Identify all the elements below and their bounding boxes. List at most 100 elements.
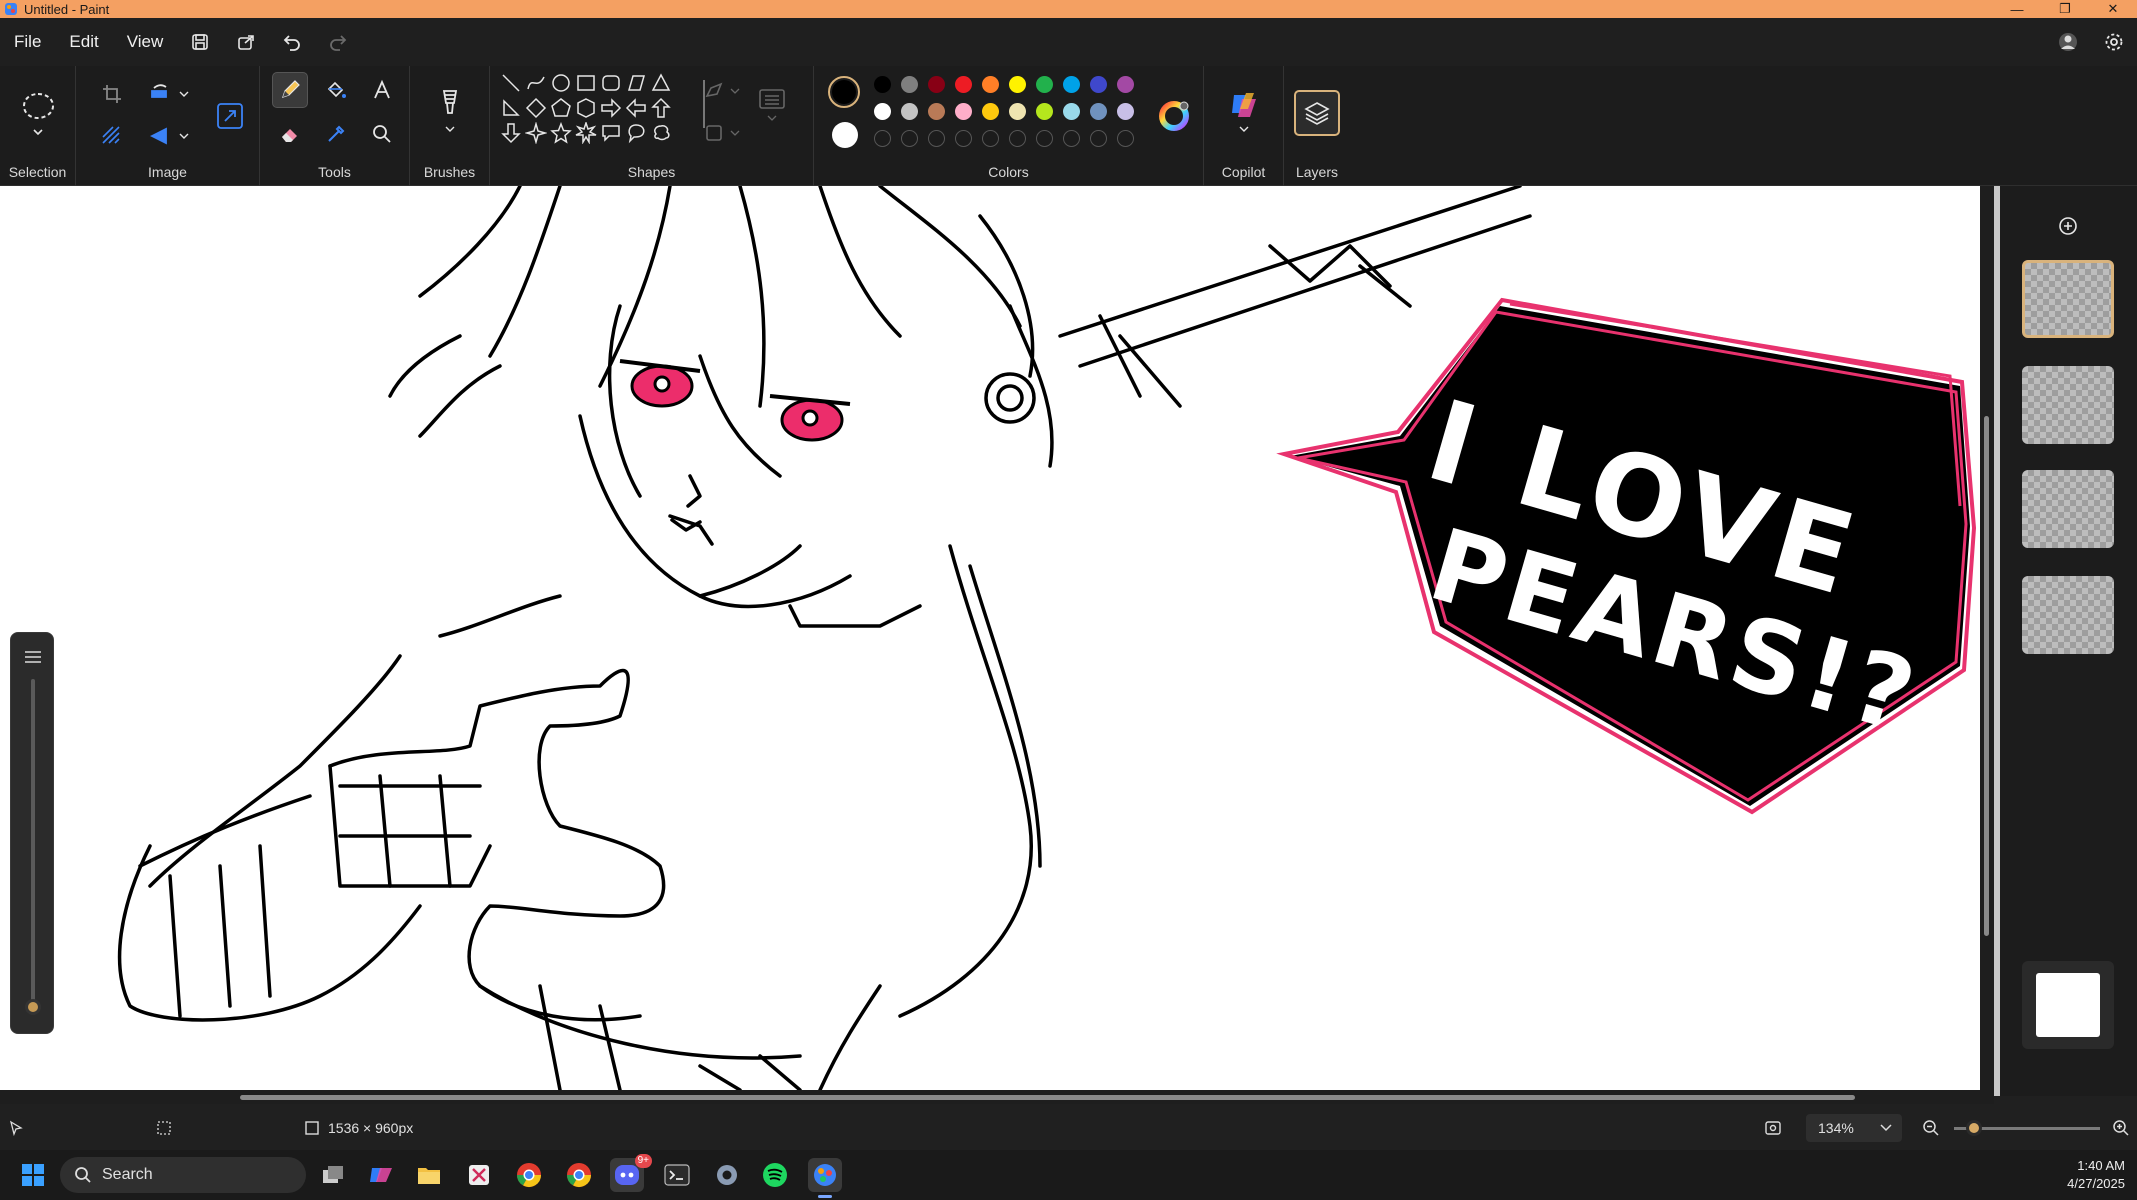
zoom-out-icon[interactable] xyxy=(1922,1106,1940,1150)
palette-color-swatch[interactable] xyxy=(1036,76,1053,93)
custom-color-slot[interactable] xyxy=(1036,130,1053,147)
palette-color-swatch[interactable] xyxy=(982,76,999,93)
palette-color-swatch[interactable] xyxy=(1063,103,1080,120)
zoom-slider-knob[interactable] xyxy=(1966,1120,1983,1136)
remove-background-icon[interactable] xyxy=(96,120,128,152)
shape-outline-icon[interactable] xyxy=(700,78,746,104)
palette-color-swatch[interactable] xyxy=(1117,76,1134,93)
vertical-scroll-thumb[interactable] xyxy=(1984,416,1989,936)
shape-option[interactable] xyxy=(525,72,547,94)
copilot-icon[interactable] xyxy=(1220,84,1268,140)
save-icon[interactable] xyxy=(177,24,223,60)
pencil-tool-button[interactable] xyxy=(272,72,308,108)
shape-option[interactable] xyxy=(550,72,572,94)
horizontal-scroll-thumb[interactable] xyxy=(240,1095,1855,1100)
zoom-in-icon[interactable] xyxy=(2112,1106,2130,1150)
palette-color-swatch[interactable] xyxy=(928,103,945,120)
account-icon[interactable] xyxy=(2045,24,2091,60)
shape-option[interactable] xyxy=(600,122,622,144)
layers-toggle-icon[interactable] xyxy=(1294,90,1340,136)
shape-option[interactable] xyxy=(625,97,647,119)
shape-option[interactable] xyxy=(650,97,672,119)
chrome-icon-2[interactable] xyxy=(562,1158,596,1192)
menu-file[interactable]: File xyxy=(0,24,55,60)
crop-icon[interactable] xyxy=(96,78,128,110)
settings-icon[interactable] xyxy=(710,1158,744,1192)
shape-option[interactable] xyxy=(524,121,548,145)
palette-color-swatch[interactable] xyxy=(955,76,972,93)
menu-edit[interactable]: Edit xyxy=(55,24,112,60)
shape-option[interactable] xyxy=(500,122,522,144)
eraser-icon[interactable] xyxy=(272,116,308,152)
shape-option[interactable] xyxy=(525,97,547,119)
layer-thumbnail-3[interactable] xyxy=(2022,470,2114,548)
paint-taskbar-icon[interactable] xyxy=(808,1158,842,1198)
selection-lasso-button[interactable] xyxy=(14,86,62,142)
minimize-button[interactable]: — xyxy=(1993,0,2041,18)
shape-option[interactable] xyxy=(625,122,647,144)
layer-thumbnail-1[interactable] xyxy=(2022,260,2114,338)
secondary-color-swatch[interactable] xyxy=(832,122,858,148)
palette-color-swatch[interactable] xyxy=(1063,76,1080,93)
palette-color-swatch[interactable] xyxy=(928,76,945,93)
custom-color-slot[interactable] xyxy=(901,130,918,147)
restore-button[interactable]: ❐ xyxy=(2041,0,2089,18)
brush-size-knob[interactable] xyxy=(25,999,41,1015)
text-tool-icon[interactable] xyxy=(364,72,400,108)
shape-option[interactable] xyxy=(650,72,672,94)
shape-fill-icon[interactable] xyxy=(700,120,746,146)
copilot-taskbar-icon[interactable] xyxy=(364,1158,398,1192)
spotify-icon[interactable] xyxy=(758,1158,792,1192)
system-clock[interactable]: 1:40 AM 4/27/2025 xyxy=(2067,1157,2125,1193)
color-picker-icon[interactable] xyxy=(318,116,354,152)
shape-option[interactable] xyxy=(500,72,522,94)
rotate-icon[interactable] xyxy=(144,78,196,110)
shape-option[interactable] xyxy=(625,72,647,94)
palette-color-swatch[interactable] xyxy=(1117,103,1134,120)
custom-color-slot[interactable] xyxy=(874,130,891,147)
palette-color-swatch[interactable] xyxy=(874,103,891,120)
background-layer[interactable] xyxy=(2022,961,2114,1049)
shape-option[interactable] xyxy=(575,97,597,119)
layer-thumbnail-4[interactable] xyxy=(2022,576,2114,654)
custom-color-slot[interactable] xyxy=(1009,130,1026,147)
palette-color-swatch[interactable] xyxy=(1009,76,1026,93)
shape-option[interactable] xyxy=(575,120,597,145)
custom-color-slot[interactable] xyxy=(928,130,945,147)
chrome-icon-1[interactable] xyxy=(512,1158,546,1192)
horizontal-scrollbar[interactable] xyxy=(0,1090,1994,1104)
custom-color-slot[interactable] xyxy=(982,130,999,147)
palette-color-swatch[interactable] xyxy=(901,103,918,120)
undo-icon[interactable] xyxy=(269,24,315,60)
brush-size-slider[interactable] xyxy=(10,632,54,1034)
palette-color-swatch[interactable] xyxy=(874,76,891,93)
palette-color-swatch[interactable] xyxy=(955,103,972,120)
palette-color-swatch[interactable] xyxy=(901,76,918,93)
shape-option[interactable] xyxy=(600,72,622,94)
flip-icon[interactable] xyxy=(144,120,196,152)
menu-view[interactable]: View xyxy=(113,24,178,60)
settings-gear-icon[interactable] xyxy=(2091,24,2137,60)
brush-size-track[interactable] xyxy=(31,679,35,1009)
share-icon[interactable] xyxy=(223,24,269,60)
file-explorer-icon[interactable] xyxy=(412,1158,446,1192)
shape-option[interactable] xyxy=(600,97,622,119)
palette-color-swatch[interactable] xyxy=(1090,76,1107,93)
terminal-icon[interactable] xyxy=(660,1158,694,1192)
shape-option[interactable] xyxy=(500,97,522,119)
shape-option[interactable] xyxy=(550,97,572,119)
custom-color-slot[interactable] xyxy=(1063,130,1080,147)
vertical-scrollbar[interactable] xyxy=(1980,186,1994,1096)
shape-option[interactable] xyxy=(575,72,597,94)
resize-icon[interactable] xyxy=(210,96,250,136)
shape-size-icon[interactable] xyxy=(752,86,792,126)
palette-color-swatch[interactable] xyxy=(1036,103,1053,120)
zoom-dropdown[interactable]: 134% xyxy=(1806,1114,1902,1142)
fill-bucket-icon[interactable] xyxy=(318,72,354,108)
palette-color-swatch[interactable] xyxy=(1009,103,1026,120)
brushes-button[interactable] xyxy=(426,84,474,140)
snipping-tool-icon[interactable] xyxy=(462,1158,496,1192)
fit-to-window-icon[interactable] xyxy=(1764,1106,1782,1150)
discord-icon[interactable]: 9+ xyxy=(610,1154,652,1192)
drawing-canvas[interactable]: I LOVE PEARS!? xyxy=(0,186,1980,1090)
